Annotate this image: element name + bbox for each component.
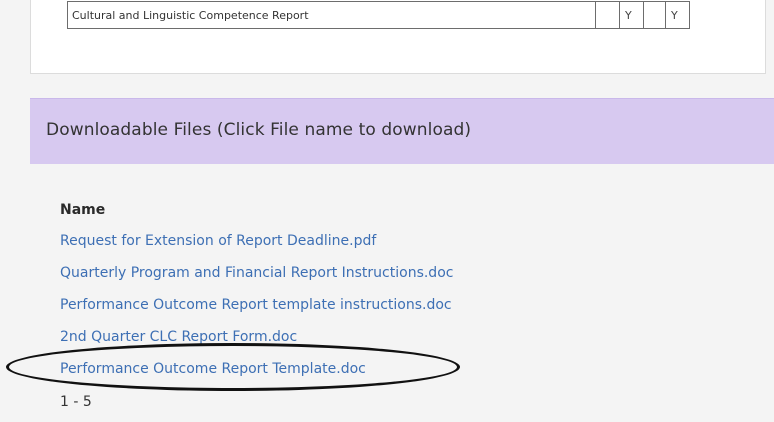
report-flag-cell: Y	[619, 1, 644, 29]
report-table: Cultural and Linguistic Competence Repor…	[67, 1, 690, 29]
list-item: Quarterly Program and Financial Report I…	[60, 262, 453, 294]
list-item: 2nd Quarter CLC Report Form.doc	[60, 326, 453, 358]
downloadable-files-panel: Downloadable Files (Click File name to d…	[30, 98, 774, 422]
report-flag-cell	[595, 1, 620, 29]
report-card: Cultural and Linguistic Competence Repor…	[30, 0, 766, 74]
report-name-cell: Cultural and Linguistic Competence Repor…	[67, 1, 596, 29]
file-link-outcome-template[interactable]: Performance Outcome Report Template.doc	[60, 361, 366, 377]
list-item: Performance Outcome Report Template.doc	[60, 358, 453, 390]
list-item: Request for Extension of Report Deadline…	[60, 230, 453, 262]
file-link-clc-report-form[interactable]: 2nd Quarter CLC Report Form.doc	[60, 329, 297, 345]
files-panel-header: Downloadable Files (Click File name to d…	[30, 98, 774, 164]
report-flag-cell	[643, 1, 666, 29]
files-panel-title: Downloadable Files (Click File name to d…	[46, 120, 472, 140]
pager: 1 - 5	[60, 394, 92, 410]
file-list: Request for Extension of Report Deadline…	[60, 230, 453, 390]
page: Cultural and Linguistic Competence Repor…	[0, 0, 774, 422]
report-flag-cell: Y	[665, 1, 690, 29]
file-link-quarterly-instructions[interactable]: Quarterly Program and Financial Report I…	[60, 265, 453, 281]
files-panel-body: Name Request for Extension of Report Dea…	[30, 164, 774, 422]
file-link-outcome-instructions[interactable]: Performance Outcome Report template inst…	[60, 297, 452, 313]
table-row: Cultural and Linguistic Competence Repor…	[67, 1, 690, 29]
file-link-extension-request[interactable]: Request for Extension of Report Deadline…	[60, 233, 376, 249]
list-item: Performance Outcome Report template inst…	[60, 294, 453, 326]
name-column-header: Name	[60, 202, 106, 218]
